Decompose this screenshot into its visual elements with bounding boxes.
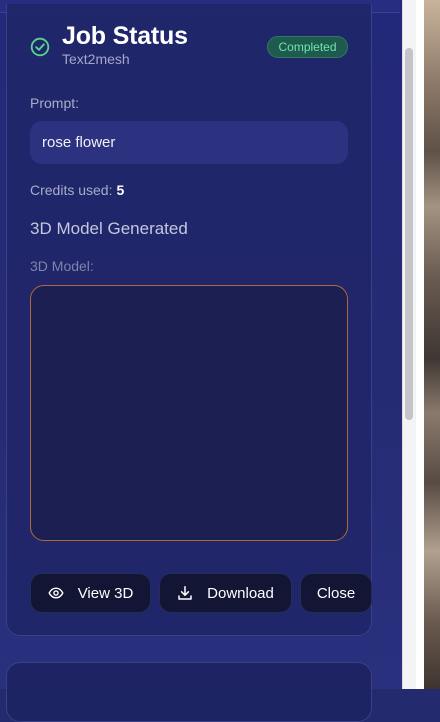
credits-value: 5 xyxy=(116,182,125,198)
status-badge: Completed xyxy=(267,36,348,58)
view-3d-label: View 3D xyxy=(77,584,134,602)
job-type: Text2mesh xyxy=(62,51,130,67)
credits-used: Credits used: 5 xyxy=(30,182,124,198)
download-icon xyxy=(178,586,192,600)
close-label: Close xyxy=(316,584,356,602)
close-button[interactable]: Close xyxy=(300,573,372,613)
model-viewer[interactable] xyxy=(30,285,348,541)
prompt-value: rose flower xyxy=(30,121,348,164)
model-label: 3D Model: xyxy=(30,258,94,274)
scrollbar-thumb[interactable] xyxy=(405,48,413,420)
download-label: Download xyxy=(207,584,274,602)
view-3d-button[interactable]: View 3D xyxy=(30,573,151,613)
result-heading: 3D Model Generated xyxy=(30,219,188,238)
next-card xyxy=(6,662,372,722)
download-button[interactable]: Download xyxy=(159,573,292,613)
background-photo xyxy=(424,0,440,689)
credits-label: Credits used: xyxy=(30,182,113,198)
page-title: Job Status xyxy=(62,22,188,50)
check-circle-icon xyxy=(30,37,50,57)
eye-icon xyxy=(48,587,64,599)
prompt-label: Prompt: xyxy=(30,95,80,111)
